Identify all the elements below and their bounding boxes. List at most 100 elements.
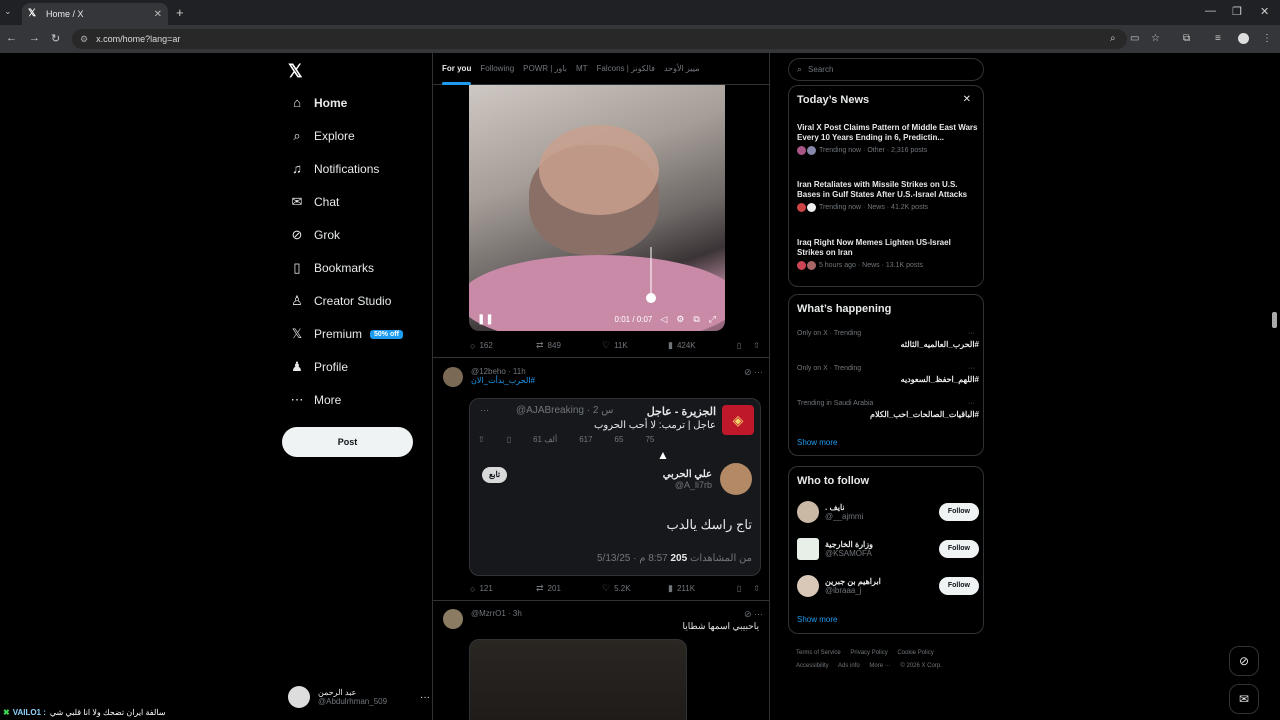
tab-falcons[interactable]: Falcons | فالكونز	[597, 64, 655, 73]
search-input[interactable]: ⌕ Search	[788, 58, 984, 81]
trend-item[interactable]: Trending in Saudi Arabia ··· #الباقيات_ا…	[797, 400, 979, 419]
zoom-icon[interactable]: ⌕	[1110, 33, 1116, 44]
reply-button[interactable]: ○ 121	[470, 584, 536, 594]
share-icon[interactable]: ⇧	[753, 341, 760, 350]
footer-link[interactable]: Accessibility	[796, 663, 829, 669]
cast-icon[interactable]: ▭	[1130, 33, 1139, 44]
tab-list[interactable]: ميير الأوحد	[664, 64, 700, 73]
tab-close-icon[interactable]: ✕	[154, 9, 162, 20]
more-options-icon[interactable]: ···	[420, 692, 430, 703]
grok-fab-icon[interactable]: ⊘	[1229, 646, 1259, 676]
suggestion-name: وزارة الخارجية	[825, 540, 873, 549]
fullscreen-icon[interactable]: ⤢	[709, 314, 716, 325]
views-button[interactable]: ▮ 211K	[668, 583, 734, 594]
reply-button[interactable]: ○ 162	[470, 341, 536, 351]
media-icon[interactable]: ≡	[1215, 33, 1221, 44]
nav-home[interactable]: ⌂ Home	[288, 95, 347, 110]
reload-icon[interactable]: ↻	[51, 32, 60, 45]
views-button[interactable]: ▮ 424K	[668, 340, 734, 351]
avatar	[797, 501, 819, 523]
news-item[interactable]: Viral X Post Claims Pattern of Middle Ea…	[797, 123, 979, 155]
close-icon[interactable]: ✕	[963, 94, 971, 105]
nav-notifications[interactable]: ♫ Notifications	[288, 161, 379, 176]
avatar[interactable]	[443, 367, 463, 387]
window-close-icon[interactable]: ✕	[1260, 5, 1269, 18]
show-more-link[interactable]: Show more	[797, 438, 837, 447]
video-player[interactable]: ❚❚ 0:01 / 0:07 ◁ ⚙ ⧉ ⤢	[469, 85, 725, 331]
card-title: What’s happening	[797, 303, 892, 315]
footer-link[interactable]: More ···	[869, 663, 890, 669]
tweet-handle[interactable]: @MzrrO1 · 3h	[471, 609, 522, 618]
quoted-post[interactable]: ◈ الجزيرة - عاجل ··· @AJABreaking · 2 س …	[469, 398, 761, 576]
tab-following[interactable]: Following	[480, 64, 514, 73]
tweet-handle[interactable]: @12beho · 11h	[471, 367, 535, 376]
bookmark-icon[interactable]: ▯	[737, 584, 741, 593]
follow-suggestion[interactable]: . نايف @__ajmmi Follow	[797, 501, 979, 523]
back-icon[interactable]: ←	[6, 32, 17, 44]
new-tab-button[interactable]: +	[176, 5, 184, 20]
footer-link[interactable]: Ads info	[838, 663, 860, 669]
forward-icon[interactable]: →	[29, 32, 40, 44]
tab-search-icon[interactable]: ⌄	[4, 6, 12, 17]
tweet-media[interactable]	[469, 639, 687, 720]
url-field[interactable]: ⚙ x.com/home?lang=ar	[72, 29, 1127, 49]
more-options-icon[interactable]: ···	[968, 365, 975, 372]
site-info-icon[interactable]: ⚙	[80, 34, 88, 45]
grok-icon[interactable]: ⊘ ···	[744, 367, 763, 378]
follow-button[interactable]: Follow	[938, 540, 979, 558]
footer-link[interactable]: Cookie Policy	[897, 650, 933, 656]
bookmark-icon[interactable]: ▯	[737, 341, 741, 350]
nav-explore[interactable]: ⌕ Explore	[288, 128, 354, 144]
browser-tab[interactable]: 𝕏 Home / X ✕	[22, 3, 168, 25]
footer-link[interactable]: Privacy Policy	[850, 650, 887, 656]
trend-item[interactable]: Only on X · Trending ··· #الحرب_العالميه…	[797, 330, 979, 349]
volume-knob[interactable]	[646, 293, 656, 303]
post-button[interactable]: Post	[282, 427, 413, 457]
nav-profile[interactable]: ♟ Profile	[288, 359, 348, 375]
tab-powr[interactable]: POWR | باور	[523, 64, 567, 73]
repost-button[interactable]: ⇄ 849	[536, 340, 602, 351]
nav-premium[interactable]: 𝕏 Premium 50% off	[288, 326, 403, 342]
browser-menu-icon[interactable]: ⋮	[1262, 33, 1272, 44]
scrollbar[interactable]	[1272, 312, 1277, 328]
volume-slider[interactable]	[650, 247, 652, 297]
nav-more[interactable]: ⋯ More	[288, 392, 342, 408]
nav-chat[interactable]: ✉ Chat	[288, 194, 340, 210]
nav-bookmarks[interactable]: ▯ Bookmarks	[288, 260, 374, 276]
tab-mt[interactable]: MT	[576, 64, 588, 73]
footer-link[interactable]: Terms of Service	[796, 650, 841, 656]
pause-icon[interactable]: ❚❚	[477, 314, 494, 325]
more-options-icon[interactable]: ···	[968, 400, 975, 407]
profile-avatar-icon[interactable]	[1238, 33, 1249, 44]
follow-button[interactable]: Follow	[938, 503, 979, 521]
news-item[interactable]: Iraq Right Now Memes Lighten US-Israel S…	[797, 238, 979, 270]
tab-for-you[interactable]: For you	[442, 64, 472, 85]
show-more-link[interactable]: Show more	[797, 615, 837, 624]
x-logo-icon[interactable]: 𝕏	[288, 61, 303, 82]
follow-button[interactable]: Follow	[938, 577, 979, 595]
mute-icon[interactable]: ◁	[660, 314, 667, 325]
like-button[interactable]: ♡ 11K	[602, 340, 668, 351]
more-options-icon[interactable]: ···	[968, 330, 975, 337]
news-item[interactable]: Iran Retaliates with Missile Strikes on …	[797, 180, 979, 212]
messages-fab-icon[interactable]: ✉	[1229, 684, 1259, 714]
nav-grok[interactable]: ⊘ Grok	[288, 227, 340, 243]
like-button[interactable]: ♡ 5.2K	[602, 583, 668, 594]
nav-creator-studio[interactable]: ♙ Creator Studio	[288, 293, 391, 309]
share-icon[interactable]: ⇧	[753, 584, 760, 593]
minimize-icon[interactable]: —	[1205, 5, 1216, 17]
follow-suggestion[interactable]: ابراهيم بن جبرين @ibraaa_j Follow	[797, 575, 979, 597]
grok-icon[interactable]: ⊘ ···	[744, 609, 763, 620]
nav-label: Home	[314, 95, 348, 110]
settings-icon[interactable]: ⚙	[676, 314, 684, 325]
extensions-icon[interactable]: ⧉	[1183, 33, 1190, 44]
follow-suggestion[interactable]: وزارة الخارجية @KSAMOFA Follow	[797, 538, 979, 560]
repost-button[interactable]: ⇄ 201	[536, 583, 602, 594]
trend-item[interactable]: Only on X · Trending ··· #اللهم_احفظ_الس…	[797, 365, 979, 384]
star-icon[interactable]: ☆	[1151, 33, 1160, 44]
avatar[interactable]	[443, 609, 463, 629]
maximize-icon[interactable]: ❐	[1232, 5, 1242, 18]
tweet-hashtag[interactable]: #الحرب_بدأت_الان	[471, 376, 535, 385]
account-switcher[interactable]: عبد الرحمن @Abdulrhman_509 ···	[288, 683, 430, 711]
pip-icon[interactable]: ⧉	[693, 314, 699, 325]
